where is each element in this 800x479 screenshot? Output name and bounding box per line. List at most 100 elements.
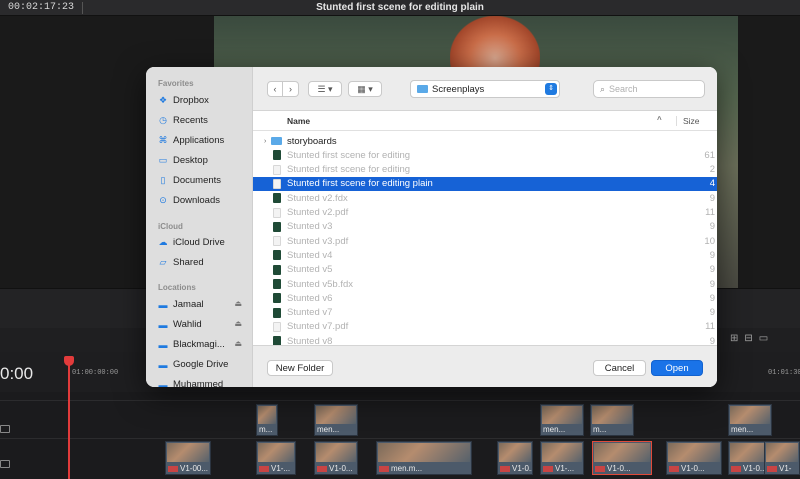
- clip-name: V1-0...: [512, 464, 532, 473]
- timeline-clip[interactable]: m...: [256, 404, 278, 436]
- new-folder-button[interactable]: New Folder: [267, 360, 333, 376]
- sidebar-item-jamaal[interactable]: ▬ Jamaal ⏏: [158, 296, 250, 313]
- sidebar-item-dropbox[interactable]: ❖ Dropbox: [158, 92, 250, 109]
- search-icon: ⌕: [600, 83, 606, 94]
- file-row[interactable]: Stunted v5b.fdx 9: [253, 277, 717, 291]
- sidebar-item-blackmagi[interactable]: ▬ Blackmagi... ⏏: [158, 336, 250, 353]
- file-row[interactable]: Stunted v3 9: [253, 220, 717, 234]
- file-size: 11: [705, 207, 715, 218]
- project-title: Stunted first scene for editing plain: [316, 2, 484, 13]
- folder-icon: [271, 137, 282, 145]
- file-row[interactable]: Stunted v5 9: [253, 263, 717, 277]
- sidebar-item-recents[interactable]: ◷ Recents: [158, 112, 250, 129]
- sidebar-item-google-drive[interactable]: ▬ Google Drive: [158, 356, 250, 373]
- clip-label: V1-0...: [669, 464, 705, 473]
- timeline-clip[interactable]: V1-: [764, 441, 800, 475]
- clip-name: men.m...: [391, 464, 423, 473]
- ruler-end-label: 01:01:30: [768, 369, 800, 377]
- disclosure-triangle-icon[interactable]: ›: [264, 138, 266, 145]
- document-icon: [273, 178, 281, 189]
- file-row[interactable]: Stunted first scene for editing 61: [253, 148, 717, 162]
- timeline-clip[interactable]: men.m...: [376, 441, 472, 475]
- folder-icon: [417, 85, 428, 93]
- file-row[interactable]: Stunted v7 9: [253, 306, 717, 320]
- fdx-file-icon: [273, 264, 281, 275]
- sort-caret-icon: ^: [657, 115, 662, 124]
- sidebar-item-label: Blackmagi...: [173, 339, 225, 350]
- sidebar-item-desktop[interactable]: ▭ Desktop: [158, 152, 250, 169]
- timeline-clip[interactable]: V1-0...: [666, 441, 722, 475]
- sidebar-item-documents[interactable]: ▯ Documents: [158, 172, 250, 189]
- timeline-clip[interactable]: V1-...: [540, 441, 584, 475]
- clip-label: men.m...: [379, 464, 422, 473]
- grid-view-button[interactable]: ▦ ▾: [348, 81, 382, 97]
- file-row[interactable]: Stunted v2.fdx 9: [253, 191, 717, 205]
- clip-thumbnail: [766, 443, 798, 463]
- timeline-clip[interactable]: men...: [314, 404, 358, 436]
- cancel-button[interactable]: Cancel: [593, 360, 646, 376]
- clip-marker-icon: [500, 465, 510, 472]
- clip-name: V1-0...: [607, 464, 631, 473]
- back-button[interactable]: ‹: [267, 81, 283, 97]
- eject-icon[interactable]: ⏏: [234, 319, 242, 328]
- eject-icon[interactable]: ⏏: [234, 339, 242, 348]
- file-size: 9: [709, 264, 715, 276]
- sidebar-item-wahlid[interactable]: ▬ Wahlid ⏏: [158, 316, 250, 333]
- file-row[interactable]: Stunted v4 9: [253, 248, 717, 262]
- clip-label: men...: [317, 425, 339, 434]
- file-list: › storyboards Stunted first scene for edit…: [253, 134, 717, 345]
- list-view-button[interactable]: ☰ ▾: [308, 81, 342, 97]
- file-row[interactable]: Stunted v3.pdf 10: [253, 234, 717, 248]
- timeline-clip[interactable]: V1-...: [256, 441, 296, 475]
- sidebar-item-downloads[interactable]: ⊙ Downloads: [158, 192, 250, 209]
- file-row[interactable]: Stunted v7.pdf 11: [253, 320, 717, 334]
- location-popup[interactable]: Screenplays ⇕: [410, 80, 560, 98]
- sidebar-item-icloud-drive[interactable]: ☁ iCloud Drive: [158, 234, 250, 251]
- timeline-clip[interactable]: V1-0...: [314, 441, 358, 475]
- file-name: Stunted v6: [287, 292, 333, 304]
- search-field[interactable]: ⌕: [593, 80, 705, 98]
- file-name: Stunted v2.pdf: [287, 207, 349, 218]
- timeline-clip[interactable]: men...: [540, 404, 584, 436]
- sidebar-item-muhammed[interactable]: ▬ Muhammed: [158, 376, 250, 387]
- clip-label: m...: [593, 425, 606, 434]
- folder-row[interactable]: › storyboards: [253, 134, 717, 148]
- clip-label: V1-0...: [595, 464, 631, 473]
- sidebar-item-label: Documents: [173, 175, 222, 186]
- column-size-header[interactable]: Size: [676, 116, 700, 126]
- timeline-clip[interactable]: V1-0...: [497, 441, 533, 475]
- timeline-clip[interactable]: V1-00...: [165, 441, 211, 475]
- sidebar-item-shared[interactable]: ▱ Shared: [158, 254, 250, 271]
- drive-icon: ▬: [158, 319, 168, 330]
- applications-icon: ⌘: [158, 135, 168, 145]
- track-lock-icon[interactable]: [0, 425, 10, 433]
- clip-label: V1-: [767, 464, 791, 473]
- timeline-clip[interactable]: V1-0...: [592, 441, 652, 475]
- open-button[interactable]: Open: [651, 360, 703, 376]
- file-row[interactable]: Stunted v6 9: [253, 291, 717, 305]
- file-row[interactable]: Stunted first scene for editing plain 4: [253, 176, 717, 191]
- timeline-clip[interactable]: men...: [728, 404, 772, 436]
- file-row[interactable]: Stunted v2.pdf 11: [253, 206, 717, 220]
- clip-label: m...: [259, 425, 272, 434]
- chevron-left-icon: ‹: [273, 84, 277, 94]
- sidebar-item-label: Shared: [173, 257, 204, 268]
- timeline-clip[interactable]: m...: [590, 404, 634, 436]
- fdx-file-icon: [273, 293, 281, 304]
- sidebar-item-applications[interactable]: ⌘ Applications: [158, 132, 250, 149]
- track-lock-icon[interactable]: [0, 460, 10, 468]
- open-file-dialog: Favorites ❖ Dropbox ◷ Recents ⌘ Applications ▭…: [146, 67, 717, 387]
- file-row[interactable]: Stunted first scene for editing 2: [253, 163, 717, 177]
- timeline-zoom-icons[interactable]: ⊞⊟▭: [730, 333, 774, 344]
- search-input[interactable]: [609, 84, 690, 94]
- playhead-timecode: 0:00: [0, 364, 34, 383]
- file-row[interactable]: Stunted v8 9: [253, 334, 717, 345]
- clip-label: men...: [731, 425, 753, 434]
- eject-icon[interactable]: ⏏: [234, 299, 242, 308]
- clip-name: V1-...: [555, 464, 575, 473]
- forward-button[interactable]: ›: [283, 81, 299, 97]
- file-size: 9: [709, 335, 715, 345]
- fdx-file-icon: [273, 150, 281, 161]
- column-name-header[interactable]: Name: [287, 116, 310, 126]
- clip-marker-icon: [767, 465, 777, 472]
